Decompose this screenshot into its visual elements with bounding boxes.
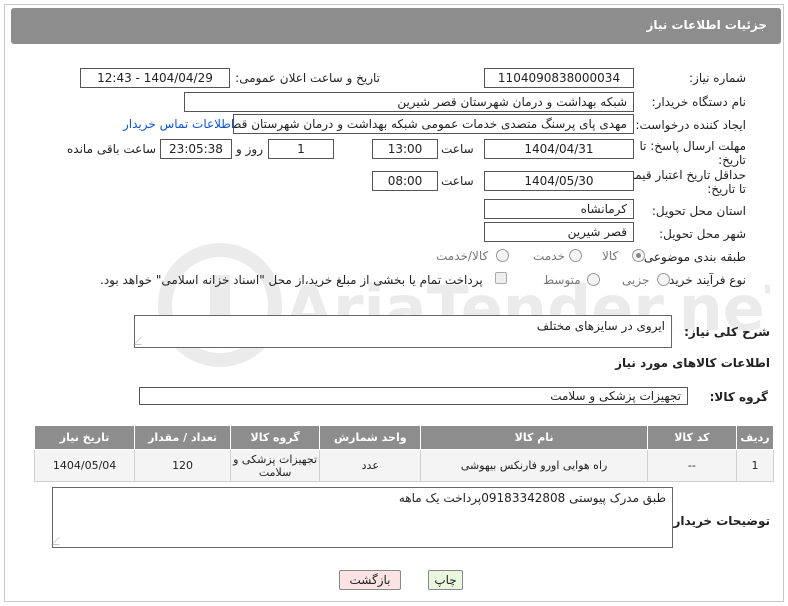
buyer-org-field[interactable]: شبکه بهداشت و درمان شهرستان قصر شیرین <box>184 92 634 112</box>
province-label: استان محل تحویل: <box>651 204 746 218</box>
category-radio-service[interactable] <box>569 249 582 262</box>
cell-item-code: -- <box>646 449 738 482</box>
cell-item-group: تجهیزات پزشکی و سلامت <box>229 449 321 482</box>
page-header: جزئیات اطلاعات نیاز <box>11 8 781 44</box>
category-label: طبقه بندی موضوعی: <box>639 250 746 264</box>
creator-field[interactable]: مهدی پای پرسنگ متصدی خدمات عمومی شبکه به… <box>233 114 634 134</box>
days-label: روز و <box>236 142 263 156</box>
announce-field[interactable]: 1404/04/29 - 12:43 <box>80 68 230 88</box>
cell-row-number: 1 <box>736 449 774 482</box>
resize-grip-icon[interactable] <box>51 537 67 545</box>
reply-time-label: ساعت <box>441 142 474 156</box>
creator-label: ایجاد کننده درخواست: <box>635 118 746 132</box>
need-number-field[interactable]: 1104090838000034 <box>484 68 634 88</box>
process-option-minor: جزیی <box>622 273 650 287</box>
treasury-note: پرداخت تمام یا بخشی از مبلغ خرید،از محل … <box>100 273 483 287</box>
col-header-item-name: نام کالا <box>420 425 648 450</box>
category-option-goods: کالا <box>602 249 619 263</box>
contact-buyer-link[interactable]: اطلاعات تماس خریدار <box>123 117 234 131</box>
table-row[interactable]: 1 -- راه هوایی اورو فارنکس بیهوشی عدد تج… <box>33 449 774 482</box>
cell-item-name: راه هوایی اورو فارنکس بیهوشی <box>420 449 648 482</box>
cell-need-date: 1404/05/04 <box>33 449 136 482</box>
treasury-checkbox[interactable] <box>495 272 507 284</box>
col-header-unit: واحد شمارش <box>319 425 422 450</box>
col-header-row-number: ردیف <box>736 425 774 450</box>
category-option-goods-service: کالا/خدمت <box>436 249 489 263</box>
goods-section-title: اطلاعات کالاهای مورد نیاز <box>615 356 770 370</box>
category-radio-goods[interactable] <box>632 249 645 262</box>
category-radio-goods-service[interactable] <box>496 249 509 262</box>
price-time-field[interactable]: 08:00 <box>372 171 438 191</box>
print-button[interactable]: چاپ <box>428 570 463 590</box>
cell-unit: عدد <box>319 449 422 482</box>
remaining-label: ساعت باقی مانده <box>67 142 157 156</box>
category-option-service: خدمت <box>533 249 565 263</box>
items-table: ردیف کد کالا نام کالا واحد شمارش گروه کا… <box>33 425 774 482</box>
city-label: شهر محل تحویل: <box>659 227 746 241</box>
col-header-item-group: گروه کالا <box>229 425 321 450</box>
remaining-time-field[interactable]: 23:05:38 <box>160 139 232 159</box>
goods-group-field[interactable]: تجهیزات پزشکی و سلامت <box>139 387 688 405</box>
process-label: نوع فرآیند خرید : <box>661 273 746 287</box>
reply-deadline-label: مهلت ارسال پاسخ: تا <box>639 139 746 153</box>
reply-deadline-label-2: تاریخ: <box>718 153 746 167</box>
process-radio-medium[interactable] <box>587 273 600 286</box>
buyer-notes-textarea[interactable]: طبق مدرک پیوستی 09183342808پرداخت یک ماه… <box>51 487 673 548</box>
table-header-row: ردیف کد کالا نام کالا واحد شمارش گروه کا… <box>33 425 774 450</box>
process-option-medium: متوسط <box>543 273 581 287</box>
price-date-field[interactable]: 1404/05/30 <box>484 171 634 191</box>
price-validity-label: حداقل تاریخ اعتبار قیمت: <box>619 168 746 182</box>
price-time-label: ساعت <box>441 174 474 188</box>
buyer-notes-text: طبق مدرک پیوستی 09183342808پرداخت یک ماه… <box>398 491 666 505</box>
goods-group-label: گروه کالا: <box>709 390 768 404</box>
back-button[interactable]: بازگشت <box>339 570 401 590</box>
cell-quantity: 120 <box>134 449 231 482</box>
province-field[interactable]: کرمانشاه <box>484 199 634 219</box>
reply-date-field[interactable]: 1404/04/31 <box>484 139 634 159</box>
description-text: ایروی در سایزهای مختلف <box>536 319 665 333</box>
col-header-need-date: تاریخ نیاز <box>33 425 136 450</box>
buyer-org-label: نام دستگاه خریدار: <box>651 95 747 109</box>
col-header-quantity: تعداد / مقدار <box>134 425 231 450</box>
buyer-notes-label: توضیحات خریدار: <box>668 514 770 528</box>
resize-grip-icon[interactable] <box>133 337 149 345</box>
price-validity-label-2: تا تاریخ: <box>707 182 746 196</box>
description-label: شرح کلی نیاز: <box>684 325 770 339</box>
process-radio-minor[interactable] <box>657 273 670 286</box>
reply-time-field[interactable]: 13:00 <box>372 139 438 159</box>
city-field[interactable]: قصر شیرین <box>484 222 634 242</box>
col-header-item-code: کد کالا <box>646 425 738 450</box>
days-field[interactable]: 1 <box>268 139 334 159</box>
page-title: جزئیات اطلاعات نیاز <box>646 18 767 32</box>
description-textarea[interactable]: ایروی در سایزهای مختلف <box>133 315 672 348</box>
need-number-label: شماره نیاز: <box>689 71 746 85</box>
announce-label: تاریخ و ساعت اعلان عمومی: <box>235 71 380 85</box>
